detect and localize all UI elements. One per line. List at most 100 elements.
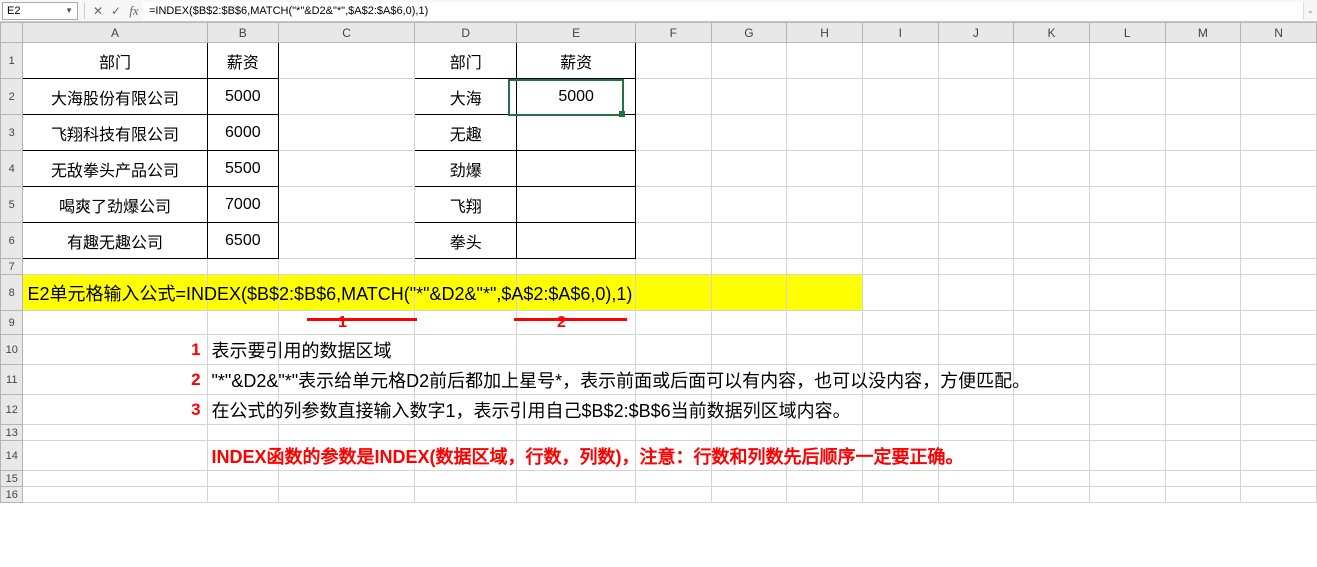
cell[interactable]: [1241, 151, 1317, 187]
cell[interactable]: [635, 151, 711, 187]
col-header-A[interactable]: A: [23, 23, 207, 43]
cell[interactable]: [415, 487, 517, 503]
cell[interactable]: [711, 259, 787, 275]
cell-C3[interactable]: [279, 115, 415, 151]
cell[interactable]: [711, 115, 787, 151]
formula-input[interactable]: =INDEX($B$2:$B$6,MATCH("*"&D2&"*",$A$2:$…: [143, 2, 1303, 20]
col-header-B[interactable]: B: [207, 23, 279, 43]
col-header-N[interactable]: N: [1241, 23, 1317, 43]
row-header-9[interactable]: 9: [1, 311, 23, 335]
cell[interactable]: [207, 471, 279, 487]
col-header-G[interactable]: G: [711, 23, 787, 43]
cell[interactable]: [1089, 425, 1165, 441]
cell[interactable]: [938, 79, 1014, 115]
cell[interactable]: [711, 223, 787, 259]
cell-C6[interactable]: [279, 223, 415, 259]
cell[interactable]: [23, 311, 207, 335]
cell[interactable]: [1165, 311, 1241, 335]
fx-icon[interactable]: fx: [125, 2, 143, 20]
cell[interactable]: [1241, 425, 1317, 441]
cell-B4[interactable]: 5500: [207, 151, 279, 187]
cell[interactable]: [1014, 487, 1090, 503]
cell[interactable]: [938, 487, 1014, 503]
cell[interactable]: [1165, 275, 1241, 311]
col-header-E[interactable]: E: [517, 23, 636, 43]
cell[interactable]: [1014, 311, 1090, 335]
cell[interactable]: [635, 223, 711, 259]
cell[interactable]: [938, 471, 1014, 487]
cell[interactable]: [938, 259, 1014, 275]
cell[interactable]: [23, 487, 207, 503]
cell-A2[interactable]: 大海股份有限公司: [23, 79, 207, 115]
cell[interactable]: [635, 425, 711, 441]
cell[interactable]: [415, 259, 517, 275]
cell[interactable]: [1165, 259, 1241, 275]
cell[interactable]: [517, 425, 636, 441]
cell[interactable]: [938, 311, 1014, 335]
cell-D2[interactable]: 大海: [415, 79, 517, 115]
cell[interactable]: [787, 151, 863, 187]
col-header-I[interactable]: I: [862, 23, 938, 43]
cell-B11[interactable]: "*"&D2&"*"表示给单元格D2前后都加上星号*，表示前面或后面可以有内容，…: [207, 365, 279, 395]
row-header-12[interactable]: 12: [1, 395, 23, 425]
cell-A6[interactable]: 有趣无趣公司: [23, 223, 207, 259]
cell[interactable]: [711, 43, 787, 79]
cell-A1[interactable]: 部门: [23, 43, 207, 79]
cell-B1[interactable]: 薪资: [207, 43, 279, 79]
cell[interactable]: [787, 311, 863, 335]
cell[interactable]: [517, 487, 636, 503]
cell[interactable]: [415, 425, 517, 441]
cell[interactable]: [23, 425, 207, 441]
cell[interactable]: [1014, 115, 1090, 151]
cell[interactable]: [635, 43, 711, 79]
row-header-7[interactable]: 7: [1, 259, 23, 275]
cell[interactable]: [279, 471, 415, 487]
cell-E4[interactable]: [517, 151, 636, 187]
cell[interactable]: [862, 115, 938, 151]
cell[interactable]: [1165, 115, 1241, 151]
cell-B6[interactable]: 6500: [207, 223, 279, 259]
cell[interactable]: [862, 471, 938, 487]
expand-formula-icon[interactable]: ⌄: [1303, 2, 1317, 20]
cell[interactable]: [1241, 311, 1317, 335]
cell[interactable]: [862, 259, 938, 275]
cell-C9[interactable]: 12: [279, 311, 415, 335]
cell[interactable]: [1014, 223, 1090, 259]
cell-E6[interactable]: [517, 223, 636, 259]
row-header-16[interactable]: 16: [1, 487, 23, 503]
cell[interactable]: [1165, 223, 1241, 259]
cell[interactable]: [1241, 259, 1317, 275]
col-header-H[interactable]: H: [787, 23, 863, 43]
cell[interactable]: [279, 259, 415, 275]
cell[interactable]: [1165, 425, 1241, 441]
col-header-D[interactable]: D: [415, 23, 517, 43]
cell[interactable]: [1089, 115, 1165, 151]
cell[interactable]: [938, 43, 1014, 79]
cell[interactable]: [1165, 43, 1241, 79]
cell[interactable]: [1165, 471, 1241, 487]
cell[interactable]: [635, 79, 711, 115]
cell-D4[interactable]: 劲爆: [415, 151, 517, 187]
cell-B3[interactable]: 6000: [207, 115, 279, 151]
cell[interactable]: [862, 425, 938, 441]
cell[interactable]: [1089, 79, 1165, 115]
cell[interactable]: [1089, 487, 1165, 503]
cell-C1[interactable]: [279, 43, 415, 79]
cell[interactable]: [1241, 223, 1317, 259]
check-icon[interactable]: ✓: [107, 2, 125, 20]
cell-D5[interactable]: 飞翔: [415, 187, 517, 223]
cell[interactable]: [1089, 151, 1165, 187]
cell[interactable]: [787, 471, 863, 487]
cell[interactable]: [1165, 151, 1241, 187]
cell[interactable]: [279, 425, 415, 441]
cell[interactable]: [1165, 187, 1241, 223]
cell-D3[interactable]: 无趣: [415, 115, 517, 151]
cell-C2[interactable]: [279, 79, 415, 115]
cell[interactable]: [207, 311, 279, 335]
cell-B2[interactable]: 5000: [207, 79, 279, 115]
cell-A10[interactable]: 1: [23, 335, 207, 365]
cell[interactable]: [23, 259, 207, 275]
cell-E3[interactable]: [517, 115, 636, 151]
cell-B14[interactable]: INDEX函数的参数是INDEX(数据区域，行数，列数)，注意：行数和列数先后顺…: [207, 441, 279, 471]
cell[interactable]: [1165, 487, 1241, 503]
